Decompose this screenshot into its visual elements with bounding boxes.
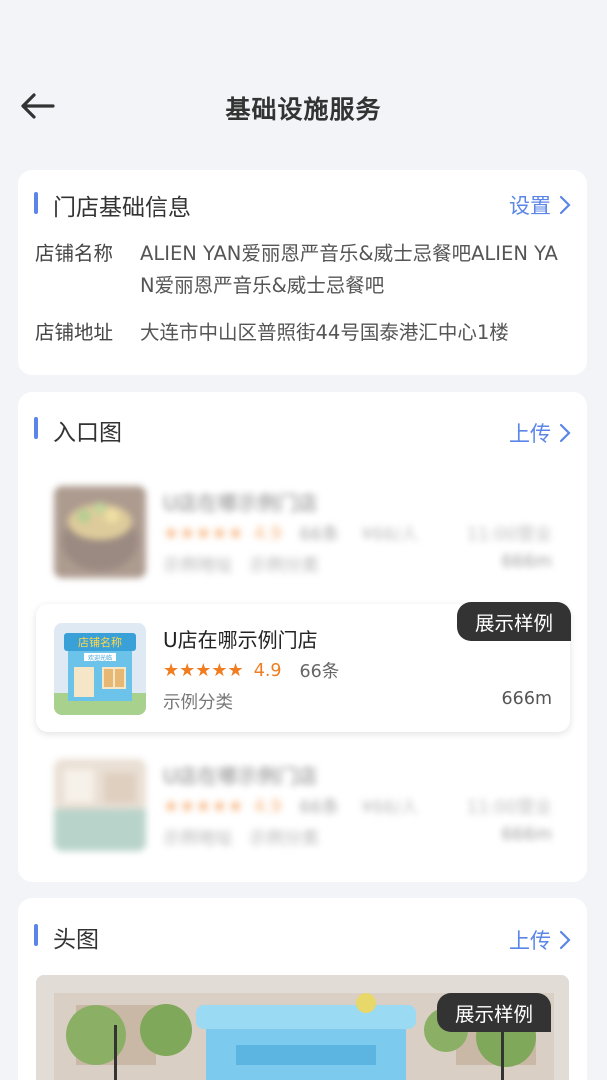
store-distance: 666m bbox=[501, 552, 552, 572]
store-category: 示例分类 bbox=[249, 829, 319, 849]
upload-head-image-link[interactable]: 上传 bbox=[509, 925, 571, 955]
star-rating-icon: ★★★★★ bbox=[163, 796, 244, 817]
star-rating-icon: ★★★★★ bbox=[163, 660, 244, 681]
upload-label: 上传 bbox=[509, 422, 551, 446]
store-meta-row: 示例分类 666m bbox=[163, 689, 552, 714]
store-distance: 666m bbox=[501, 689, 552, 709]
upload-label: 上传 bbox=[509, 929, 551, 953]
store-name-row: 店铺名称 ALIEN YAN爱丽恩严音乐&威士忌餐吧ALIEN YAN爱丽恩严音… bbox=[35, 238, 569, 302]
upload-entrance-link[interactable]: 上传 bbox=[509, 418, 571, 448]
store-rating-row: ★★★★★ 4.9 66条 ¥66/人 11:00营业 bbox=[163, 521, 552, 546]
chevron-right-icon bbox=[559, 195, 571, 215]
store-score: 4.9 bbox=[253, 796, 282, 817]
thumb-subsign-text: 欢迎光临 bbox=[88, 654, 112, 662]
store-meta-row: 示例地址 示例分类 666m bbox=[163, 825, 552, 850]
review-count: 66条 bbox=[299, 525, 340, 545]
store-address-row: 店铺地址 大连市中山区普照街44号国泰港汇中心1楼 bbox=[35, 317, 569, 349]
store-meta-row: 示例地址 示例分类 666m bbox=[163, 552, 552, 577]
store-address-value: 大连市中山区普照街44号国泰港汇中心1楼 bbox=[140, 321, 509, 344]
chevron-right-icon bbox=[559, 423, 571, 443]
title-accent-bar bbox=[34, 192, 38, 214]
page-title: 基础设施服务 bbox=[225, 95, 382, 124]
store-distance: 666m bbox=[501, 825, 552, 845]
price-per-person: ¥66/人 bbox=[361, 525, 419, 545]
sample-tag: 展示样例 bbox=[436, 993, 551, 1032]
store-name-value: ALIEN YAN爱丽恩严音乐&威士忌餐吧ALIEN YAN爱丽恩严音乐&威士忌… bbox=[140, 242, 558, 297]
store-score: 4.9 bbox=[253, 523, 282, 544]
store-rating-row: ★★★★★ 4.9 66条 bbox=[163, 658, 552, 683]
review-count: 66条 bbox=[299, 798, 340, 818]
head-image-title: 头图 bbox=[53, 927, 99, 953]
store-name: U店在哪示例门店 bbox=[163, 491, 318, 515]
store-category: 示例分类 bbox=[249, 556, 319, 576]
store-name: U店在哪示例门店 bbox=[163, 764, 318, 788]
store-thumbnail-shopfront: 店铺名称 欢迎光临 bbox=[54, 623, 146, 715]
chevron-right-icon bbox=[559, 930, 571, 950]
review-count: 66条 bbox=[299, 662, 340, 682]
sample-tag: 展示样例 bbox=[456, 602, 571, 641]
open-time: 11:00营业 bbox=[466, 798, 552, 818]
settings-link[interactable]: 设置 bbox=[509, 190, 571, 220]
title-accent-bar bbox=[34, 417, 38, 439]
head-image-card: 头图 上传 展示样例 bbox=[18, 898, 587, 1080]
store-score: 4.9 bbox=[253, 660, 282, 681]
store-example-focused: 店铺名称 欢迎光临 U店在哪示例门店 ★★★★★ 4.9 66条 示例分类 66… bbox=[36, 602, 571, 732]
price-per-person: ¥66/人 bbox=[361, 798, 419, 818]
store-rating-row: ★★★★★ 4.9 66条 ¥66/人 11:00营业 bbox=[163, 794, 552, 819]
store-thumbnail-cake bbox=[54, 486, 146, 578]
store-address: 示例地址 bbox=[163, 556, 233, 576]
open-time: 11:00营业 bbox=[466, 525, 552, 545]
store-name-label: 店铺名称 bbox=[35, 242, 114, 265]
entrance-title: 入口图 bbox=[53, 420, 122, 446]
store-address: 示例地址 bbox=[163, 829, 233, 849]
store-address-label: 店铺地址 bbox=[35, 321, 114, 344]
basic-info-card: 门店基础信息 设置 店铺名称 ALIEN YAN爱丽恩严音乐&威士忌餐吧ALIE… bbox=[18, 170, 587, 375]
store-name: U店在哪示例门店 bbox=[163, 628, 318, 652]
entrance-image-card: 入口图 上传 U店在哪示例门店 ★★★★★ 4.9 66条 ¥66/人 11:0… bbox=[18, 392, 587, 882]
store-example-blurred-top: U店在哪示例门店 ★★★★★ 4.9 66条 ¥66/人 11:00营业 示例地… bbox=[36, 467, 570, 595]
store-category: 示例分类 bbox=[163, 693, 233, 713]
star-rating-icon: ★★★★★ bbox=[163, 523, 244, 544]
basic-info-title: 门店基础信息 bbox=[53, 195, 191, 221]
settings-label: 设置 bbox=[509, 194, 551, 218]
store-thumbnail-interior bbox=[54, 759, 146, 851]
title-accent-bar bbox=[34, 924, 38, 946]
store-example-blurred-bottom: U店在哪示例门店 ★★★★★ 4.9 66条 ¥66/人 11:00营业 示例地… bbox=[36, 740, 570, 868]
header: 基础设施服务 bbox=[0, 0, 607, 160]
thumb-sign-text: 店铺名称 bbox=[78, 635, 122, 649]
